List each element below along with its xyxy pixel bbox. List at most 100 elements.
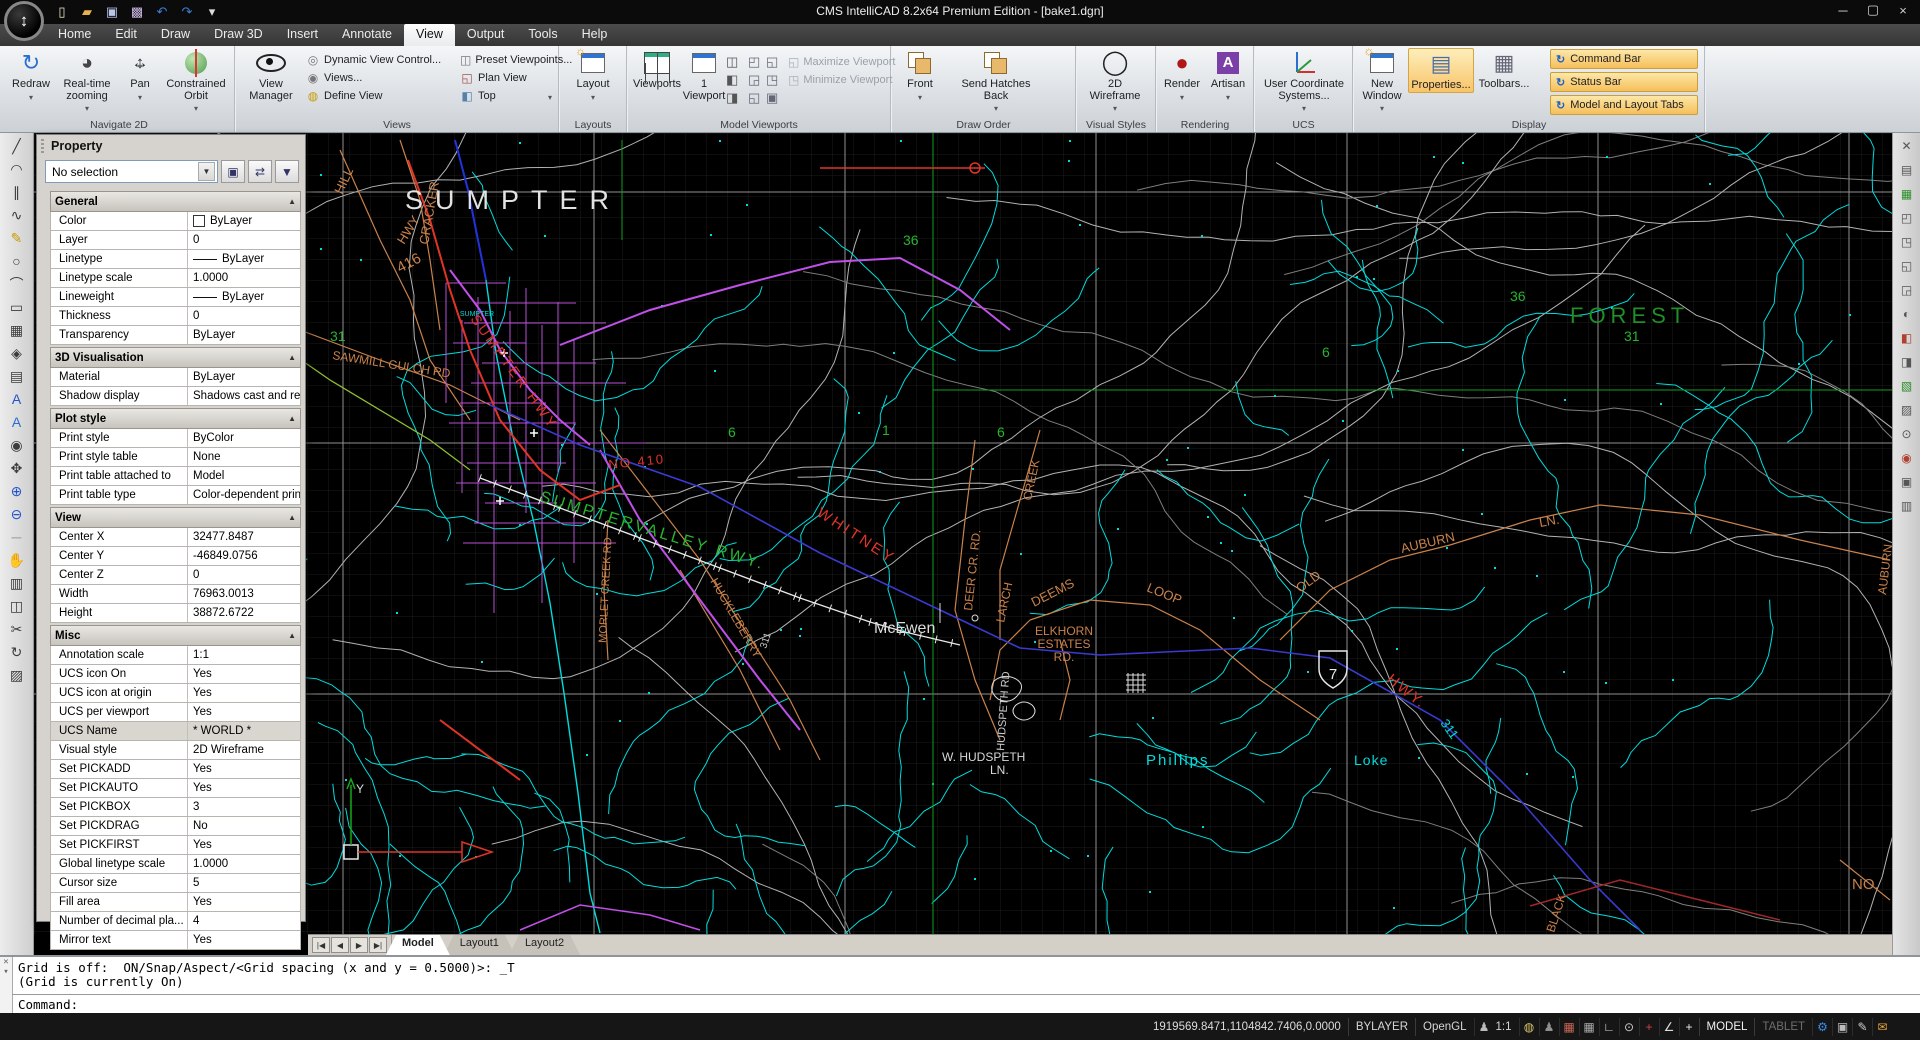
property-value[interactable]: Yes [188,703,300,721]
collapse-icon[interactable]: ▲ [288,631,296,640]
close-button[interactable]: × [1888,0,1918,20]
property-value[interactable]: 1.0000 [188,855,300,873]
grid-display-icon[interactable]: ▦ [1579,1018,1599,1036]
coordinates-readout[interactable]: 1919569.8471,1104842.7406,0.0000 [1146,1018,1348,1036]
user-add-icon[interactable]: ♟ [1539,1018,1559,1036]
model-layout-tabs-toggle[interactable]: ↻Model and Layout Tabs [1550,95,1698,115]
property-value[interactable]: 3 [188,798,300,816]
sheet-icon[interactable]: ▤ [1896,160,1918,180]
text-tool[interactable]: A [5,388,29,410]
chevron-down-icon[interactable]: ▾ [3,967,8,977]
arc-tool[interactable]: ◠ [5,158,29,180]
shade-icon[interactable]: ◐ [1896,304,1918,324]
quick-select-button[interactable]: ▣ [221,160,245,183]
property-value[interactable]: Yes [188,760,300,778]
property-value[interactable]: ByColor [188,429,300,447]
move-tool[interactable]: ✥ [5,457,29,479]
qat-redo-icon[interactable]: ↷ [177,2,197,21]
property-value[interactable]: ByLayer [188,250,300,268]
artisan-button[interactable]: AArtisan▾ [1205,48,1251,103]
status-bar-toggle[interactable]: ↻Status Bar [1550,72,1698,92]
tablet-field[interactable]: TABLET [1754,1018,1812,1036]
property-value[interactable]: 1:1 [188,646,300,664]
define-view-item[interactable]: ◍Define View [306,88,456,104]
user-coordinate-systems-button[interactable]: User CoordinateSystems...▾ [1261,48,1347,115]
layout-button[interactable]: ☼Layout▾ [570,48,616,103]
property-value[interactable]: 2D Wireframe [188,741,300,759]
property-value[interactable]: -46849.0756 [188,547,300,565]
viewport-join-icon[interactable]: ◱ [748,90,760,106]
property-value[interactable]: Yes [188,893,300,911]
qat-undo-icon[interactable]: ↶ [152,2,172,21]
viewport-join-icon[interactable]: ◳ [766,72,778,88]
close-view-icon[interactable]: ✕ [1896,136,1918,156]
render-button[interactable]: ●Render▾ [1159,48,1205,103]
rotate-tool[interactable]: ↻ [5,641,29,663]
section-header-plot-style[interactable]: Plot style▲ [50,408,301,429]
viewport-arrangement-icon[interactable]: ◫ [726,54,738,70]
tab-edit[interactable]: Edit [103,24,149,46]
viewport-join-icon[interactable]: ▣ [766,90,778,106]
property-value[interactable]: None [188,448,300,466]
trim-tool[interactable]: ✂ [5,618,29,640]
property-value[interactable]: Yes [188,665,300,683]
map-drawing[interactable]: SUMPTERSUMPTERCRACKERHILLHWY416SUMPTER H… [34,133,1892,935]
filter-button[interactable]: ▼ [275,160,299,183]
parallel-tool[interactable]: ∥ [5,181,29,203]
property-panel-title[interactable]: Property [37,135,305,157]
table-tool[interactable]: ▤ [5,365,29,387]
spline-tool[interactable]: ∿ [5,204,29,226]
toolbars-button[interactable]: ▦Toolbars... [1476,48,1532,91]
tab-help[interactable]: Help [570,24,620,46]
property-value[interactable]: Shadows cast and rec... [188,387,300,405]
vp-tr-icon[interactable]: ◳ [1896,232,1918,252]
front-button[interactable]: Front▾ [898,48,942,103]
osnap-icon[interactable]: + [1639,1018,1659,1036]
property-value[interactable]: 38872.6722 [188,604,300,622]
select-objects-button[interactable]: ⇄ [248,160,272,183]
chevron-down-icon[interactable]: ▾ [548,93,552,102]
viewport-tool[interactable]: ◫ [5,595,29,617]
property-value[interactable]: Yes [188,836,300,854]
top-item[interactable]: ◧Top [460,88,540,104]
sheet-tab-layout1[interactable]: Layout1 [444,935,515,955]
property-value[interactable]: 0 [188,566,300,584]
grid-tool[interactable]: ▥ [5,572,29,594]
sheet-tab-model[interactable]: Model [386,935,450,955]
polar-icon[interactable]: ⊙ [1619,1018,1639,1036]
hatch2-icon[interactable]: ▨ [1896,400,1918,420]
tab-draw-3d[interactable]: Draw 3D [202,24,275,46]
selection-combobox[interactable]: No selection ▼ [45,160,218,183]
qat-save-icon[interactable]: ▣ [102,2,122,21]
property-value[interactable]: 5 [188,874,300,892]
sheet-nav-button[interactable]: ◀ [331,937,349,953]
minimize-button[interactable]: ─ [1828,0,1858,20]
section-header-misc[interactable]: Misc▲ [50,625,301,646]
tab-output[interactable]: Output [455,24,517,46]
line-tool[interactable]: ╱ [5,135,29,157]
bylayer-field[interactable]: BYLAYER [1348,1018,1415,1036]
property-value[interactable]: Yes [188,931,300,949]
tab-home[interactable]: Home [46,24,103,46]
zoom-in-tool[interactable]: ⊕ [5,480,29,502]
circle-tool[interactable]: ○ [5,250,29,272]
property-value[interactable]: 76963.0013 [188,585,300,603]
sheet-tab-layout2[interactable]: Layout2 [509,935,580,955]
send-hatches-back-button[interactable]: Send HatchesBack▾ [950,48,1042,115]
region-tool[interactable]: ◉ [5,434,29,456]
collapse-icon[interactable]: ▲ [288,197,296,206]
mtext-tool[interactable]: A [5,411,29,433]
command-bar-toggle[interactable]: ↻Command Bar [1550,49,1698,69]
property-value[interactable]: Yes [188,684,300,702]
pan-button[interactable]: ↔↕Pan▾ [120,48,160,103]
settings-gear-icon[interactable]: ⚙ [1812,1018,1832,1036]
vp-tl-icon[interactable]: ◰ [1896,208,1918,228]
property-value[interactable]: 0 [188,307,300,325]
graphics-engine-field[interactable]: OpenGL [1415,1018,1473,1036]
section-header-general[interactable]: General▲ [50,191,301,212]
left-pane-icon[interactable]: ◧ [1896,328,1918,348]
property-value[interactable]: Color-dependent print ... [188,486,300,504]
close-icon[interactable]: ✕ [3,957,8,967]
property-value[interactable]: 4 [188,912,300,930]
chevron-down-icon[interactable]: ▼ [198,162,215,181]
